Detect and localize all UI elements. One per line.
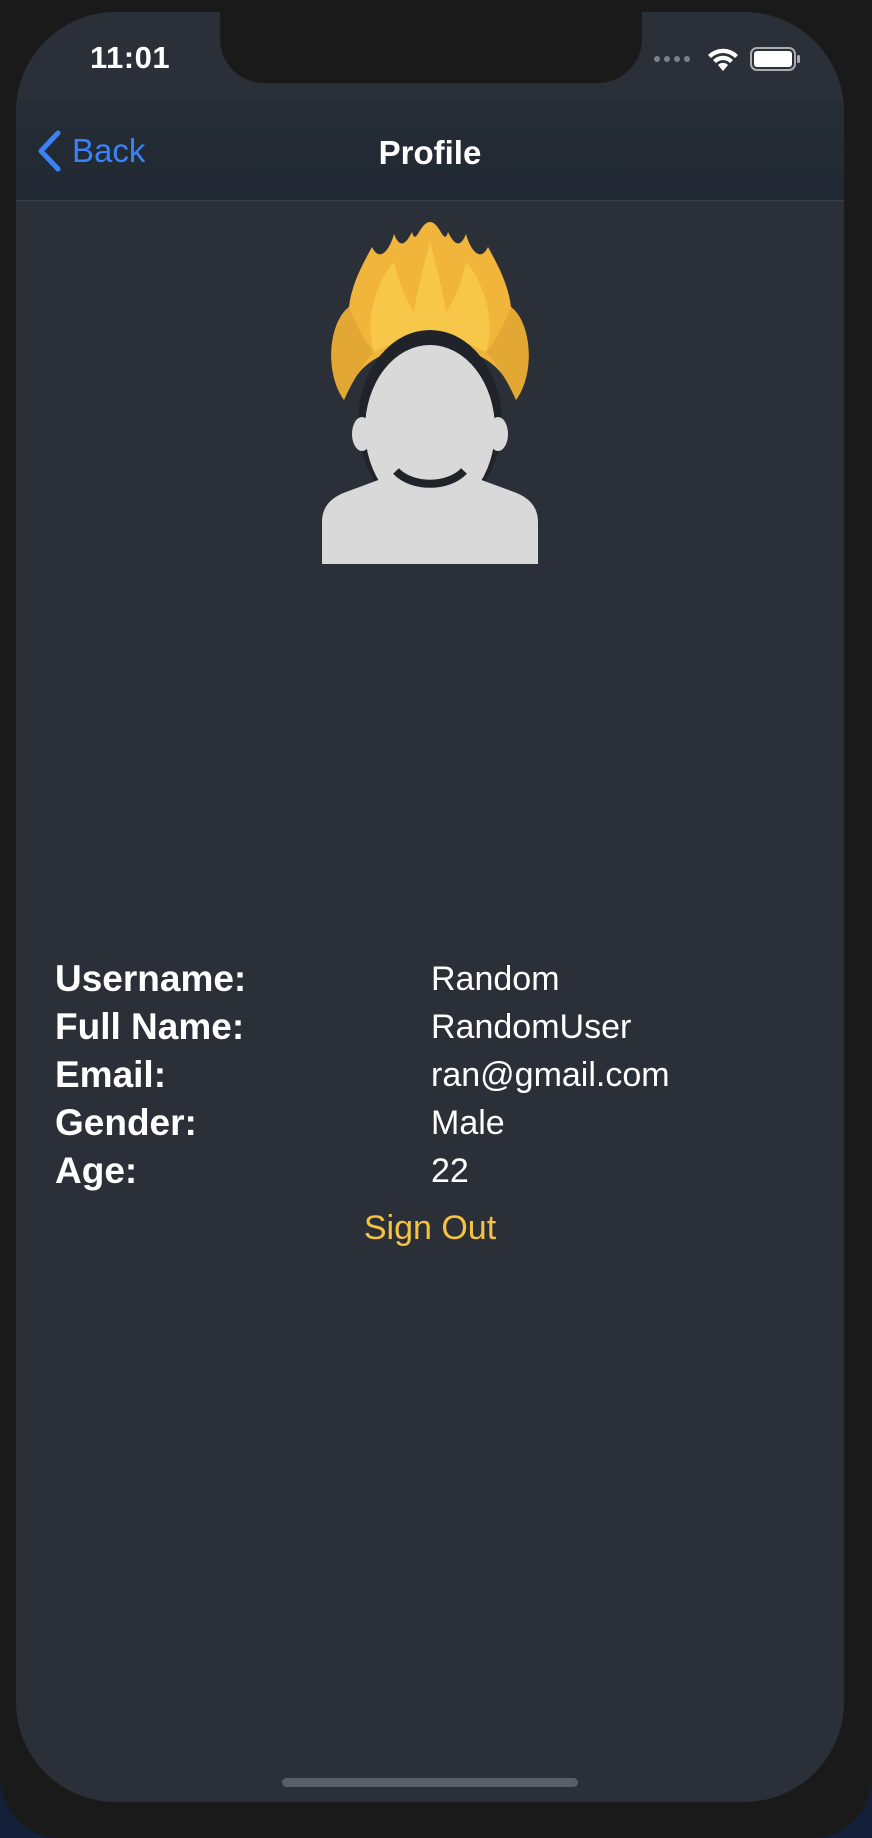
username-label: Username:	[55, 958, 247, 999]
navigation-bar: Back Profile	[16, 102, 844, 201]
status-time: 11:01	[90, 40, 171, 75]
age-label: Age:	[55, 1150, 138, 1191]
profile-row-full-name: Full Name: RandomUser	[55, 1006, 815, 1054]
email-label: Email:	[55, 1054, 167, 1095]
user-avatar-icon	[322, 222, 538, 564]
wifi-icon	[708, 48, 738, 71]
full-name-label: Full Name:	[55, 1006, 245, 1047]
status-icons	[654, 46, 802, 72]
email-value: ran@gmail.com	[431, 1056, 670, 1094]
username-value: Random	[431, 960, 560, 998]
profile-row-gender: Gender: Male	[55, 1102, 815, 1150]
profile-row-username: Username: Random	[55, 958, 815, 1006]
profile-row-age: Age: 22	[55, 1150, 815, 1198]
device-notch	[220, 12, 642, 83]
gender-value: Male	[431, 1104, 505, 1142]
age-value: 22	[431, 1152, 469, 1190]
profile-info: Username: Random Full Name: RandomUser E…	[55, 958, 815, 1198]
home-indicator[interactable]	[282, 1778, 578, 1787]
battery-icon	[750, 47, 800, 71]
full-name-value: RandomUser	[431, 1008, 632, 1046]
gender-label: Gender:	[55, 1102, 197, 1143]
sign-out-button[interactable]: Sign Out	[16, 1209, 844, 1248]
profile-row-email: Email: ran@gmail.com	[55, 1054, 815, 1102]
page-title: Profile	[378, 134, 482, 171]
cellular-signal-icon	[654, 56, 690, 62]
screen: 11:01 Back Profile Username: Random Full…	[16, 12, 844, 1802]
